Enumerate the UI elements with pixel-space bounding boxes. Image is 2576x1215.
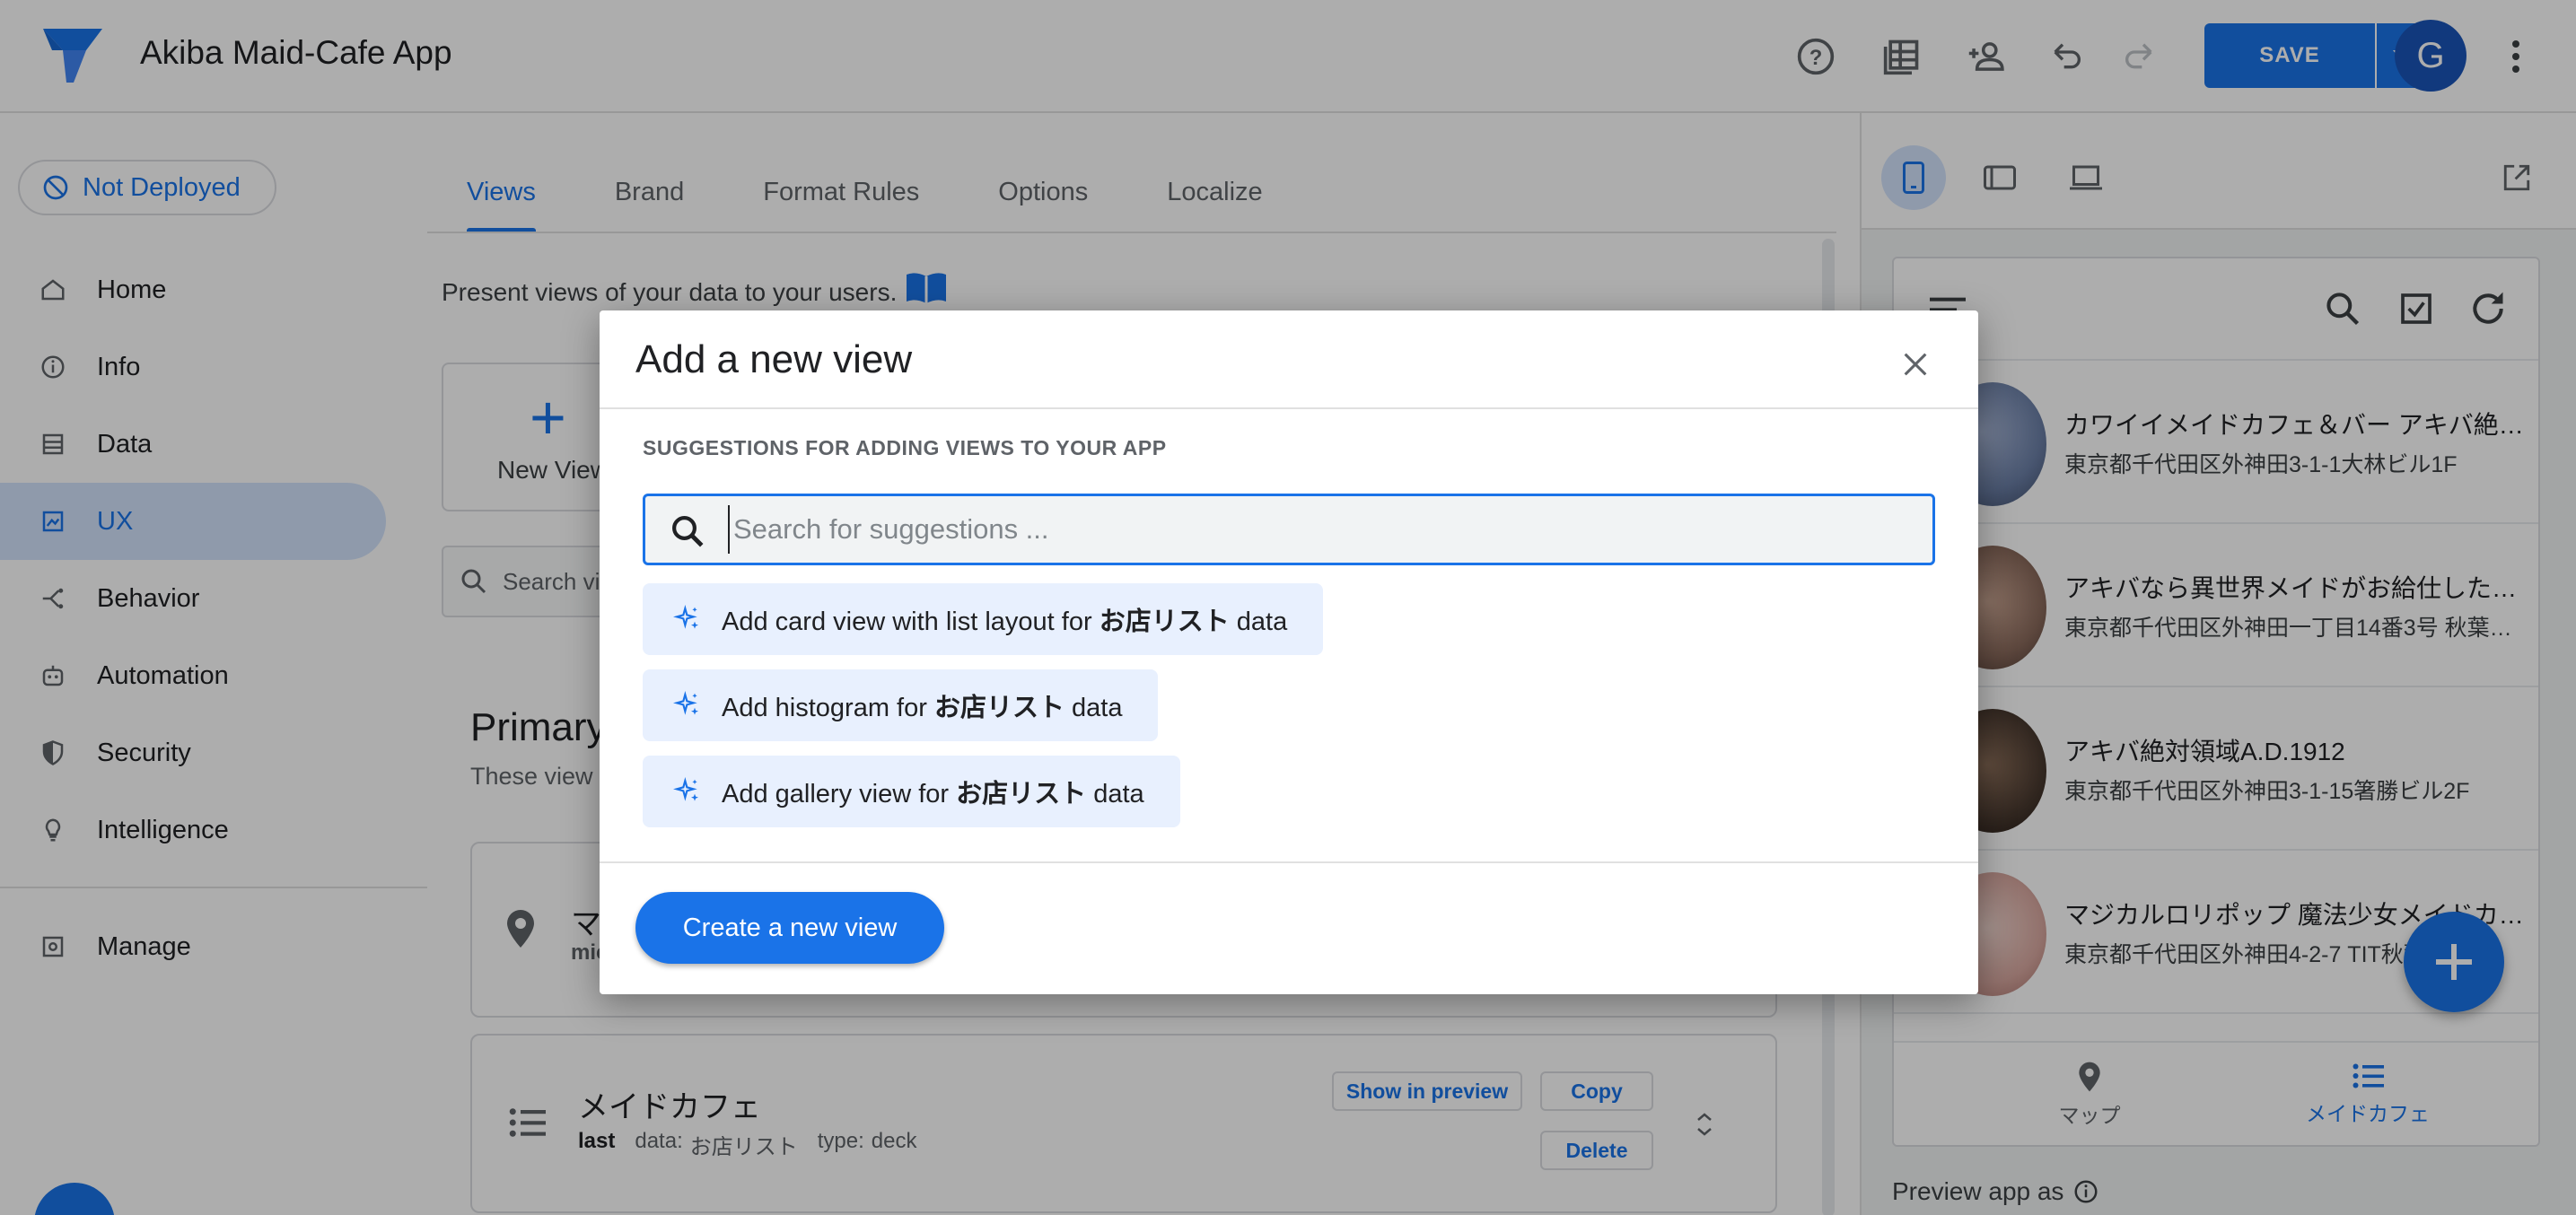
suggestion-text: Add histogram for お店リスト data	[722, 694, 1123, 722]
dialog-footer-divider	[600, 861, 1978, 863]
suggestion-search-box[interactable]	[643, 494, 1935, 565]
suggestion-histogram[interactable]: Add histogram for お店リスト data	[643, 669, 1159, 741]
sparkle-icon	[673, 777, 698, 801]
dialog-header-divider	[600, 407, 1978, 409]
sparkle-icon	[673, 691, 698, 715]
search-icon	[672, 516, 704, 547]
suggestion-card-view[interactable]: Add card view with list layout for お店リスト…	[643, 583, 1324, 655]
add-view-dialog: Add a new view SUGGESTIONS FOR ADDING VI…	[600, 310, 1978, 994]
close-icon	[1904, 353, 1927, 376]
suggestion-gallery-view[interactable]: Add gallery view for お店リスト data	[643, 756, 1180, 827]
suggestion-search-input[interactable]	[728, 505, 1913, 554]
suggestion-text: Add gallery view for お店リスト data	[722, 780, 1144, 809]
suggestions-heading: SUGGESTIONS FOR ADDING VIEWS TO YOUR APP	[643, 436, 1167, 459]
suggestion-text: Add card view with list layout for お店リスト…	[722, 608, 1288, 636]
sparkle-icon	[673, 605, 698, 629]
close-button[interactable]	[1892, 341, 1939, 388]
dialog-title: Add a new view	[635, 337, 913, 381]
create-new-view-button[interactable]: Create a new view	[635, 892, 944, 964]
